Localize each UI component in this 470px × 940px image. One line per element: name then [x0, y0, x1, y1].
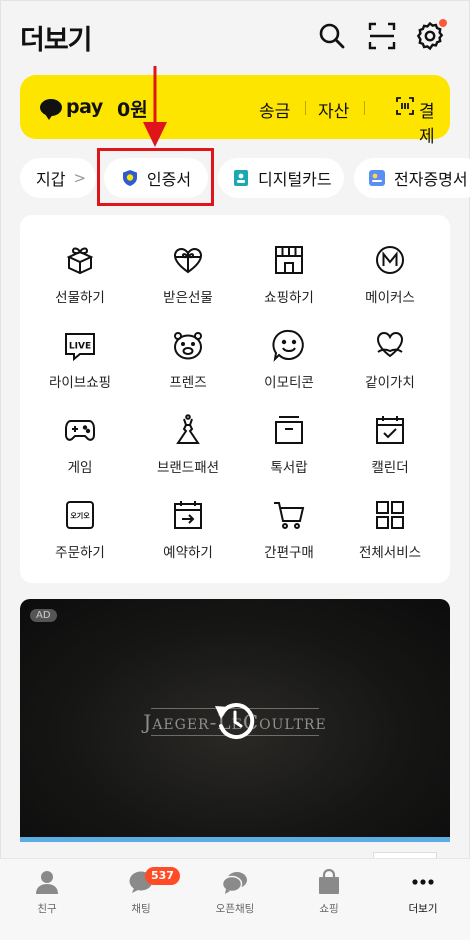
service-talk-drawer[interactable]: 톡서랍 [235, 413, 343, 497]
service-label: 프렌즈 [169, 375, 207, 391]
header: 더보기 [0, 0, 470, 72]
payment-link[interactable]: 결제 [419, 97, 450, 147]
nav-label: 친구 [37, 903, 57, 915]
replay-icon[interactable] [207, 692, 263, 748]
chevron-right-icon: > [73, 169, 87, 187]
service-label: 라이브쇼핑 [48, 375, 112, 391]
nav-label: 채팅 [131, 903, 151, 915]
service-live-shopping[interactable]: LIVE 라이브쇼핑 [26, 328, 134, 412]
gamepad-icon [63, 413, 97, 447]
service-received-gift[interactable]: 받은선물 [134, 243, 242, 327]
nav-chats[interactable]: 537 채팅 [101, 867, 181, 916]
red-arrow-icon [143, 66, 167, 147]
service-label: 예약하기 [163, 545, 213, 561]
ad-badge: AD [30, 609, 57, 622]
service-label: 캘린더 [371, 460, 409, 476]
order-icon-text: 오기오 [70, 511, 90, 520]
digital-card-label: 디지털카드 [258, 170, 332, 189]
svg-text:LIVE: LIVE [69, 342, 91, 352]
chat-bubble-icon [40, 98, 62, 120]
pay-brand: pay [66, 96, 103, 118]
payment-scan-icon [396, 97, 414, 115]
store-icon [272, 243, 306, 277]
shopping-bag-icon [316, 868, 342, 895]
transfer-link[interactable]: 송금 [259, 97, 290, 122]
service-game[interactable]: 게임 [26, 413, 134, 497]
service-brand-fashion[interactable]: 브랜드패션 [134, 413, 242, 497]
nav-label: 쇼핑 [319, 903, 339, 915]
ad-banner[interactable]: AD Jaeger-LeCoultre [20, 599, 450, 842]
nav-shopping[interactable]: 쇼핑 [289, 868, 369, 916]
divider [364, 101, 365, 115]
ad-progress-bar [20, 837, 450, 842]
highlight-box [97, 148, 214, 206]
service-label: 게임 [67, 460, 93, 476]
service-friends[interactable]: 프렌즈 [134, 328, 242, 412]
friends-icon [171, 328, 205, 362]
scan-icon[interactable] [366, 20, 398, 52]
id-card-icon [234, 170, 248, 186]
order-icon: 오기오 [63, 498, 97, 532]
reservation-icon [171, 498, 205, 532]
drawer-icon [272, 413, 306, 447]
service-label: 주문하기 [55, 545, 105, 561]
service-order[interactable]: 오기오 주문하기 [26, 498, 134, 582]
document-icon [369, 170, 385, 186]
service-label: 받은선물 [163, 290, 213, 306]
service-makers[interactable]: 메이커스 [336, 243, 444, 327]
wallet-label: 지갑 [36, 170, 66, 189]
gift-box-icon [63, 243, 97, 277]
service-label: 톡서랍 [270, 460, 308, 476]
pay-logo: pay [40, 95, 103, 120]
wallet-chip[interactable]: 지갑 > [20, 158, 96, 198]
e-certificate-label: 전자증명서 [394, 170, 468, 189]
service-label: 선물하기 [55, 290, 105, 306]
cart-icon [272, 498, 306, 532]
bottom-nav: 친구 537 채팅 오픈채팅 쇼핑 더보기 [0, 858, 470, 940]
digital-card-chip[interactable]: 디지털카드 [218, 158, 344, 198]
service-emoticon[interactable]: 이모티콘 [235, 328, 343, 412]
divider [305, 101, 306, 115]
e-certificate-chip[interactable]: 전자증명서 [354, 158, 470, 198]
service-label: 쇼핑하기 [264, 290, 314, 306]
unread-badge: 537 [145, 867, 180, 885]
search-icon[interactable] [316, 20, 348, 52]
service-label: 간편구매 [264, 545, 314, 561]
service-label: 브랜드패션 [156, 460, 220, 476]
service-label: 이모티콘 [264, 375, 314, 391]
person-icon [34, 869, 60, 895]
service-grid: 선물하기 받은선물 쇼핑하기 메이커스 LIVE 라이브쇼핑 프렌즈 이모티콘 … [20, 215, 450, 583]
emoticon-icon [272, 328, 306, 362]
service-easy-buy[interactable]: 간편구매 [235, 498, 343, 582]
assets-link[interactable]: 자산 [318, 97, 349, 122]
more-icon [410, 869, 436, 895]
nav-open-chat[interactable]: 오픈채팅 [195, 869, 275, 916]
pay-banner[interactable]: pay 0원 송금 자산 결제 [20, 75, 450, 147]
dress-icon [171, 413, 205, 447]
nav-friends[interactable]: 친구 [7, 869, 87, 916]
open-chat-icon [221, 869, 248, 895]
service-label: 같이가치 [365, 375, 415, 391]
service-calendar[interactable]: 캘린더 [336, 413, 444, 497]
calendar-icon [373, 413, 407, 447]
nav-more[interactable]: 더보기 [383, 869, 463, 916]
page-title: 더보기 [20, 25, 93, 56]
nav-label: 오픈채팅 [215, 903, 255, 915]
heart-gift-icon [171, 243, 205, 277]
live-icon: LIVE [63, 328, 97, 362]
notification-dot [439, 19, 447, 27]
service-all-services[interactable]: 전체서비스 [336, 498, 444, 582]
together-heart-icon [373, 328, 407, 362]
nav-label: 더보기 [408, 903, 438, 915]
service-together-value[interactable]: 같이가치 [336, 328, 444, 412]
service-label: 메이커스 [365, 290, 415, 306]
service-reservation[interactable]: 예약하기 [134, 498, 242, 582]
service-gift[interactable]: 선물하기 [26, 243, 134, 327]
service-label: 전체서비스 [358, 545, 422, 561]
service-shopping[interactable]: 쇼핑하기 [235, 243, 343, 327]
grid-icon [373, 498, 407, 532]
makers-icon [373, 243, 407, 277]
gear-icon[interactable] [414, 19, 447, 52]
